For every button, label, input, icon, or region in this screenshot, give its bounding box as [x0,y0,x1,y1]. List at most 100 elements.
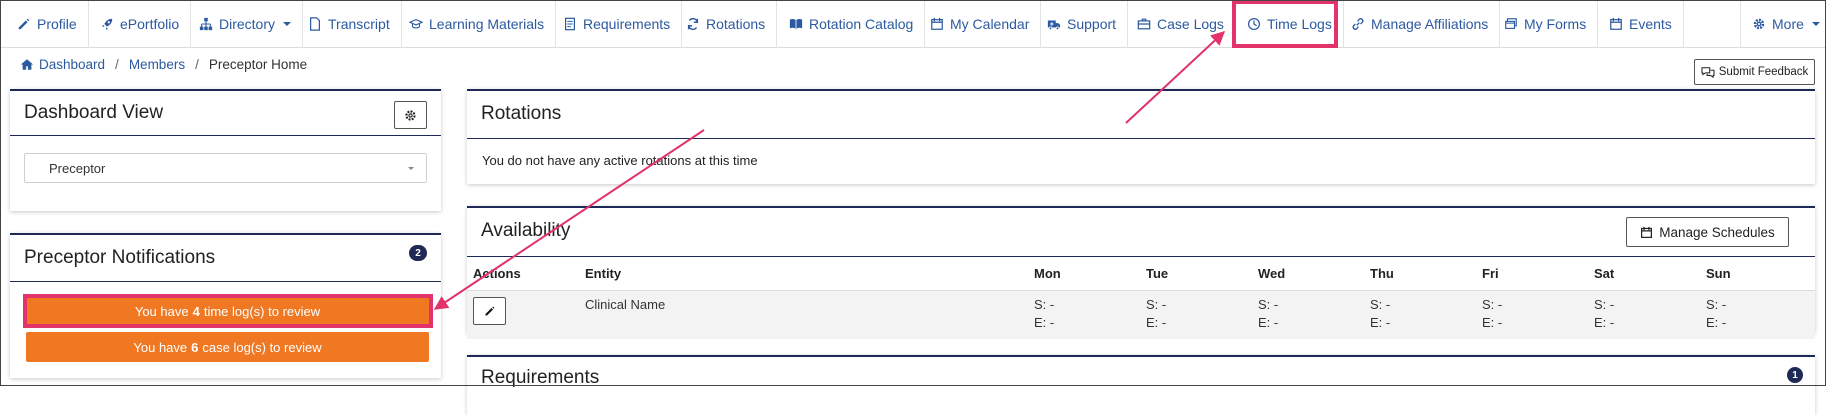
nav-eportfolio[interactable]: ePortfolio [89,0,192,48]
home-icon [20,59,34,70]
nav-events-label: Events [1629,16,1672,32]
nav-support[interactable]: Support [1036,0,1129,48]
edit-availability-button[interactable] [473,297,506,325]
mon-start: S: - [1034,297,1055,312]
column-header-entity: Entity [585,266,622,281]
calendar-icon [1641,226,1653,238]
wed-cell: S: - E: - [1258,296,1278,332]
breadcrumb-members[interactable]: Members [129,57,185,72]
dashboard-settings-button[interactable] [394,101,427,129]
column-header-sat: Sat [1594,266,1615,281]
mon-cell: S: - E: - [1034,296,1054,332]
dashboard-view-card: Dashboard View Preceptor [10,89,441,211]
sun-start: S: - [1706,297,1727,312]
sat-start: S: - [1594,297,1615,312]
comments-icon [1701,67,1715,78]
card-header: Availability Manage Schedules [467,208,1815,257]
preceptor-notifications-card: Preceptor Notifications 2 You have 4 tim… [10,233,441,378]
nav-time-logs[interactable]: Time Logs [1236,0,1344,48]
mon-end: E: - [1034,315,1055,330]
nav-directory[interactable]: Directory [188,0,304,48]
calendar-icon [931,17,943,30]
submit-feedback-button[interactable]: Submit Feedback [1694,59,1815,85]
nav-requirements[interactable]: Requirements [552,0,683,48]
nav-case-logs[interactable]: Case Logs [1126,0,1236,48]
fri-end: E: - [1482,315,1503,330]
rotations-title: Rotations [481,103,562,124]
briefcase-icon [1137,18,1151,30]
availability-title: Availability [481,220,571,241]
dashboard-view-selected: Preceptor [49,160,106,176]
chevron-down-icon [408,167,414,170]
rotations-empty-message: You do not have any active rotations at … [482,153,758,168]
nav-profile[interactable]: Profile [6,0,89,48]
clock-icon [1247,17,1261,31]
column-header-fri: Fri [1482,266,1499,281]
column-header-mon: Mon [1034,266,1061,281]
nav-manage-affiliations[interactable]: Manage Affiliations [1340,0,1501,48]
nav-transcript[interactable]: Transcript [297,0,402,48]
rotations-card: Rotations You do not have any active rot… [467,89,1815,184]
requirements-count-badge: 1 [1787,367,1803,383]
availability-card: Availability Manage Schedules Actions En… [467,206,1815,339]
chevron-down-icon [283,22,292,26]
manage-schedules-label: Manage Schedules [1659,224,1775,240]
card-header: Dashboard View [10,91,441,136]
column-header-wed: Wed [1258,266,1286,281]
nav-directory-label: Directory [219,16,276,32]
nav-rotations-label: Rotations [706,16,766,32]
breadcrumb-separator: / [195,57,199,72]
manage-schedules-button[interactable]: Manage Schedules [1626,217,1789,247]
nav-profile-label: Profile [37,16,77,32]
dashboard-view-select[interactable]: Preceptor [24,153,427,183]
card-header: Preceptor Notifications 2 [10,235,441,282]
dashboard-view-title: Dashboard View [24,102,164,123]
nav-rotation-catalog[interactable]: Rotation Catalog [778,0,926,48]
column-header-tue: Tue [1146,266,1169,281]
nav-requirements-label: Requirements [583,16,671,32]
thu-end: E: - [1370,315,1391,330]
nav-my-calendar[interactable]: My Calendar [919,0,1042,48]
nav-case-logs-label: Case Logs [1157,16,1224,32]
nav-transcript-label: Transcript [328,16,390,32]
time-log-count: 4 [192,303,200,319]
refresh-icon [687,18,699,30]
case-log-prefix: You have [133,339,188,355]
list-document-icon [565,17,575,31]
fri-start: S: - [1482,297,1503,312]
nav-more[interactable]: More [1740,0,1826,48]
nav-learning-materials-label: Learning Materials [429,16,545,32]
graduation-cap-icon [409,19,423,29]
top-navigation: Profile ePortfolio Directory Transcript … [0,0,1826,48]
tue-cell: S: - E: - [1146,296,1166,332]
case-log-review-button[interactable]: You have 6 case log(s) to review [26,332,429,362]
gear-icon [1753,18,1765,30]
nav-my-forms[interactable]: My Forms [1493,0,1599,48]
nav-rotations[interactable]: Rotations [675,0,778,48]
nav-support-label: Support [1067,16,1117,32]
sun-cell: S: - E: - [1706,296,1726,332]
breadcrumb-dashboard[interactable]: Dashboard [20,57,105,72]
nav-learning-materials[interactable]: Learning Materials [398,0,557,48]
nav-events[interactable]: Events [1598,0,1684,48]
column-header-sun: Sun [1706,266,1731,281]
nav-more-label: More [1772,16,1804,32]
tue-start: S: - [1146,297,1167,312]
sun-end: E: - [1706,315,1727,330]
wed-end: E: - [1258,315,1279,330]
time-log-review-button[interactable]: You have 4 time log(s) to review [26,296,429,326]
chevron-down-icon [1811,22,1820,26]
notifications-title: Preceptor Notifications [24,247,216,268]
tue-end: E: - [1146,315,1167,330]
notifications-count-badge: 2 [409,245,427,261]
case-log-count: 6 [191,339,199,355]
submit-feedback-label: Submit Feedback [1718,66,1809,78]
thu-cell: S: - E: - [1370,296,1390,332]
nav-time-logs-label: Time Logs [1267,16,1332,32]
book-open-icon [789,19,803,30]
sat-end: E: - [1594,315,1615,330]
card-header: Rotations [467,91,1815,139]
sat-cell: S: - E: - [1594,296,1614,332]
column-header-actions: Actions [473,266,521,281]
sitemap-icon [199,17,213,31]
